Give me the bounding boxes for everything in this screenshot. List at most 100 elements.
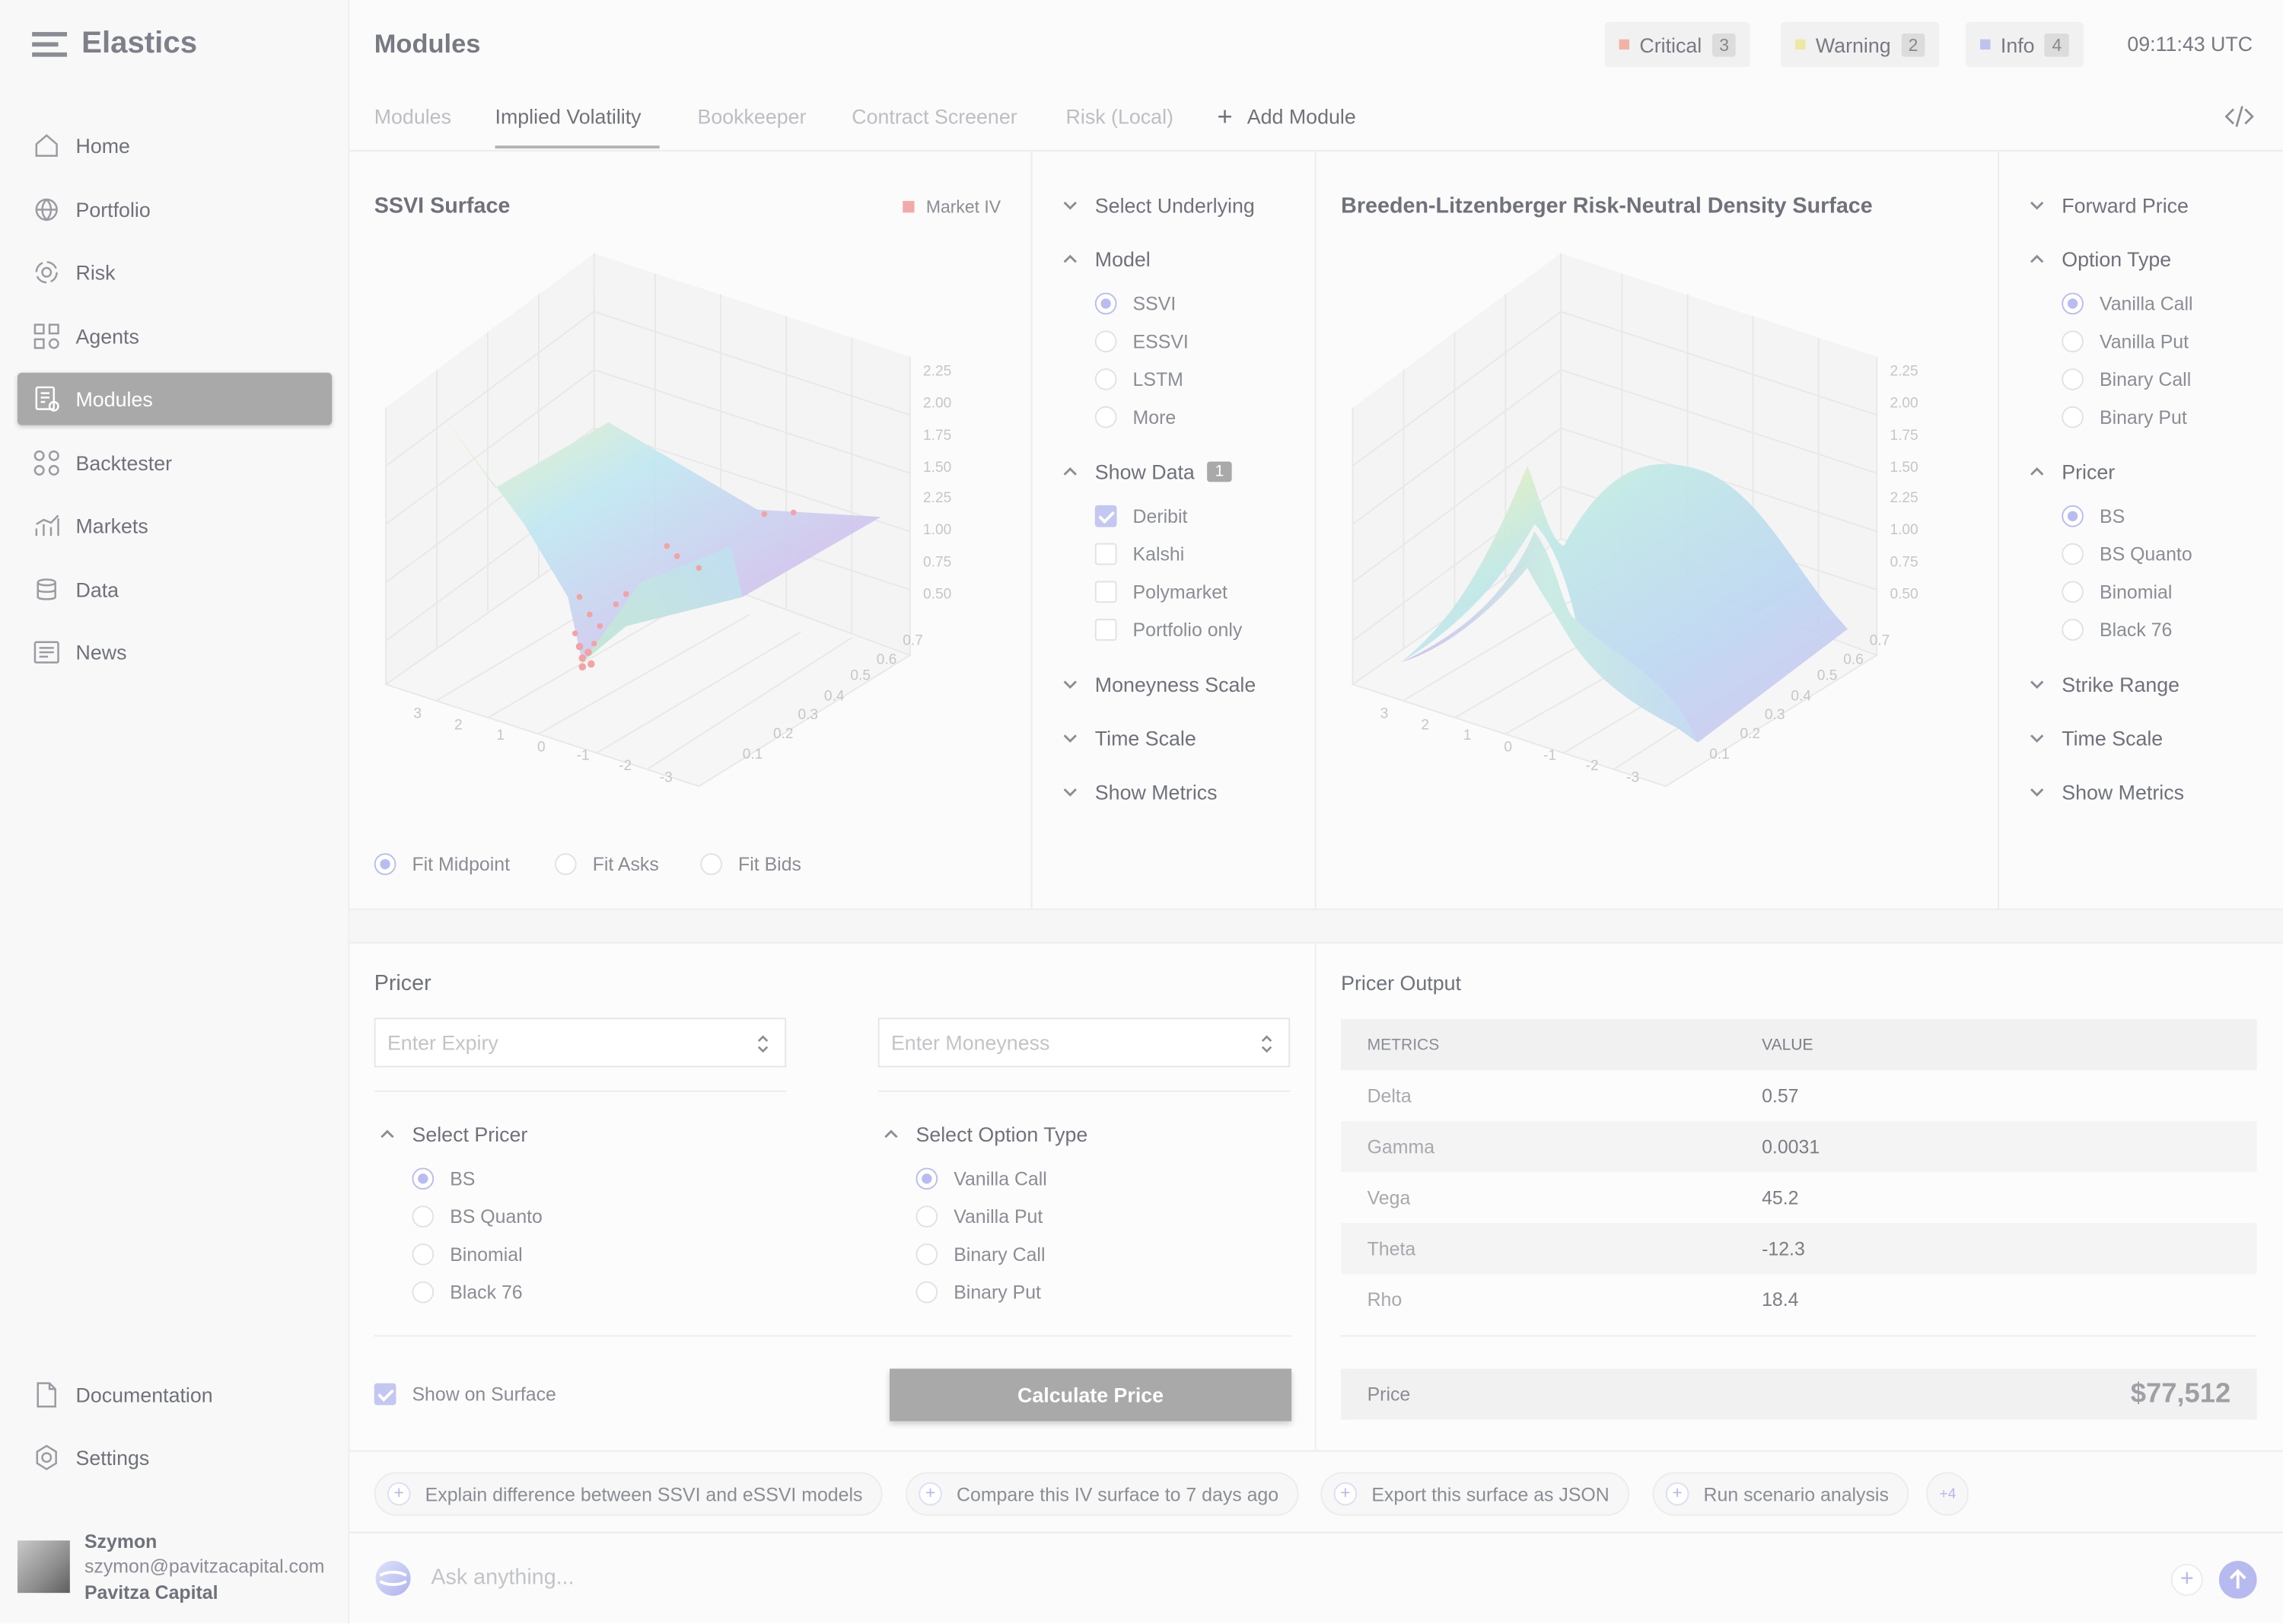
- radio[interactable]: [374, 853, 396, 875]
- sidebar-item-news[interactable]: News: [18, 626, 332, 679]
- checkbox[interactable]: [1094, 619, 1117, 641]
- show-on-surface-option[interactable]: Show on Surface: [374, 1383, 556, 1406]
- more-suggestions-button[interactable]: +4: [1926, 1472, 1969, 1516]
- sidebar-item-risk[interactable]: Risk: [18, 246, 332, 298]
- radio[interactable]: [412, 1167, 435, 1190]
- radio[interactable]: [1094, 330, 1117, 353]
- sidebar-item-home[interactable]: Home: [18, 119, 332, 172]
- strike-range-section[interactable]: Strike Range: [2027, 673, 2180, 696]
- radio[interactable]: [915, 1205, 938, 1228]
- suggestion-chip[interactable]: + Compare this IV surface to 7 days ago: [906, 1472, 1299, 1516]
- radio[interactable]: [2062, 406, 2084, 428]
- radio[interactable]: [915, 1167, 938, 1190]
- show-metrics-section[interactable]: Show Metrics: [2027, 781, 2184, 804]
- sidebar-item-portfolio[interactable]: Portfolio: [18, 183, 332, 236]
- radio[interactable]: [2062, 543, 2084, 565]
- forward-price-section[interactable]: Forward Price: [2027, 193, 2189, 217]
- radio[interactable]: [2062, 581, 2084, 603]
- checkbox[interactable]: [374, 1383, 396, 1406]
- suggestion-chip[interactable]: + Run scenario analysis: [1652, 1472, 1909, 1516]
- pricer-binomial[interactable]: Binomial: [412, 1243, 523, 1266]
- sidebar-item-data[interactable]: Data: [18, 563, 332, 616]
- sidebar-item-modules[interactable]: Modules: [17, 372, 333, 425]
- suggestion-chip[interactable]: + Explain difference between SSVI and eSS…: [374, 1472, 884, 1516]
- alert-critical[interactable]: Critical 3: [1604, 21, 1751, 68]
- logo[interactable]: Elastics: [32, 26, 197, 61]
- stepper-icon[interactable]: [1259, 1033, 1274, 1056]
- model-option-more[interactable]: More: [1094, 406, 1176, 428]
- model-option-essvi[interactable]: ESSVI: [1094, 330, 1189, 353]
- pricer-option-binomial[interactable]: Binomial: [2062, 581, 2172, 603]
- sidebar-item-agents[interactable]: Agents: [18, 310, 332, 363]
- show-data-section[interactable]: Show Data 1: [1060, 460, 1231, 483]
- option-type-binary-put[interactable]: Binary Put: [2062, 406, 2187, 428]
- attach-icon[interactable]: +: [2170, 1563, 2203, 1596]
- code-icon[interactable]: [2224, 102, 2254, 131]
- tab-risk-local[interactable]: Risk (Local): [1066, 105, 1173, 129]
- select-option-type-section[interactable]: Select Option Type: [881, 1122, 1087, 1146]
- time-scale-section[interactable]: Time Scale: [2027, 727, 2163, 750]
- tab-implied-volatility[interactable]: Implied Volatility: [495, 105, 642, 129]
- option-binary-call[interactable]: Binary Call: [915, 1243, 1045, 1266]
- select-underlying-section[interactable]: Select Underlying: [1060, 193, 1255, 217]
- data-source-portfolio-only[interactable]: Portfolio only: [1094, 619, 1242, 641]
- sidebar-item-settings[interactable]: Settings: [18, 1431, 332, 1484]
- sidebar-item-backtester[interactable]: Backtester: [18, 437, 332, 489]
- sidebar-item-documentation[interactable]: Documentation: [18, 1369, 332, 1422]
- pricer-section[interactable]: Pricer: [2027, 460, 2115, 483]
- calculate-price-button[interactable]: Calculate Price: [890, 1368, 1292, 1422]
- alert-info[interactable]: Info 4: [1965, 21, 2084, 68]
- option-type-section[interactable]: Option Type: [2027, 247, 2171, 271]
- ask-input[interactable]: Ask anything...: [431, 1565, 574, 1591]
- send-icon[interactable]: [2218, 1561, 2257, 1599]
- ssvi-surface-plot[interactable]: 2.25 2.00 1.75 1.50 2.25 1.00 0.75 0.50 3 2 1 0 -1 -…: [349, 233, 1030, 815]
- option-binary-put[interactable]: Binary Put: [915, 1281, 1041, 1304]
- option-type-binary-call[interactable]: Binary Call: [2062, 368, 2191, 390]
- time-scale-section[interactable]: Time Scale: [1060, 727, 1196, 750]
- alert-warning[interactable]: Warning 2: [1780, 21, 1941, 68]
- checkbox[interactable]: [1094, 505, 1117, 527]
- radio[interactable]: [915, 1243, 938, 1266]
- moneyness-input[interactable]: Enter Moneyness: [877, 1017, 1291, 1068]
- radio[interactable]: [2062, 368, 2084, 390]
- option-type-vanilla-put[interactable]: Vanilla Put: [2062, 330, 2189, 353]
- pricer-option-bs-quanto[interactable]: BS Quanto: [2062, 543, 2192, 565]
- pricer-bs-quanto[interactable]: BS Quanto: [412, 1205, 543, 1228]
- radio[interactable]: [2062, 330, 2084, 353]
- tab-contract-screener[interactable]: Contract Screener: [852, 105, 1017, 129]
- radio[interactable]: [915, 1281, 938, 1304]
- radio[interactable]: [412, 1205, 435, 1228]
- radio[interactable]: [700, 853, 722, 875]
- checkbox[interactable]: [1094, 543, 1117, 565]
- model-option-ssvi[interactable]: SSVI: [1094, 292, 1176, 315]
- expiry-input[interactable]: Enter Expiry: [374, 1017, 787, 1068]
- user-card[interactable]: Szymon szymon@pavitzacapital.com Pavitza…: [17, 1529, 325, 1604]
- tab-modules[interactable]: Modules: [374, 105, 451, 129]
- radio[interactable]: [1094, 406, 1117, 428]
- pricer-option-black-76[interactable]: Black 76: [2062, 619, 2172, 641]
- model-option-lstm[interactable]: LSTM: [1094, 368, 1183, 390]
- fit-midpoint-option[interactable]: Fit Midpoint: [374, 853, 510, 875]
- pricer-black-76[interactable]: Black 76: [412, 1281, 523, 1304]
- sidebar-item-markets[interactable]: Markets: [18, 499, 332, 552]
- stepper-icon[interactable]: [756, 1033, 770, 1056]
- option-vanilla-call[interactable]: Vanilla Call: [915, 1167, 1047, 1190]
- radio[interactable]: [2062, 619, 2084, 641]
- bl-density-plot[interactable]: 2.25 2.00 1.75 1.50 2.25 1.00 0.75 0.50 3 2 1 0 -1 -…: [1317, 233, 1998, 815]
- pricer-option-bs[interactable]: BS: [2062, 505, 2125, 527]
- data-source-kalshi[interactable]: Kalshi: [1094, 543, 1184, 565]
- checkbox[interactable]: [1094, 581, 1117, 603]
- moneyness-scale-section[interactable]: Moneyness Scale: [1060, 673, 1256, 696]
- data-source-deribit[interactable]: Deribit: [1094, 505, 1187, 527]
- tab-bookkeeper[interactable]: Bookkeeper: [697, 105, 806, 129]
- radio[interactable]: [412, 1243, 435, 1266]
- data-source-polymarket[interactable]: Polymarket: [1094, 581, 1227, 603]
- radio[interactable]: [412, 1281, 435, 1304]
- fit-asks-option[interactable]: Fit Asks: [554, 853, 659, 875]
- radio[interactable]: [1094, 368, 1117, 390]
- select-pricer-section[interactable]: Select Pricer: [377, 1122, 527, 1146]
- pricer-bs[interactable]: BS: [412, 1167, 475, 1190]
- option-vanilla-put[interactable]: Vanilla Put: [915, 1205, 1043, 1228]
- radio[interactable]: [2062, 292, 2084, 315]
- radio[interactable]: [1094, 292, 1117, 315]
